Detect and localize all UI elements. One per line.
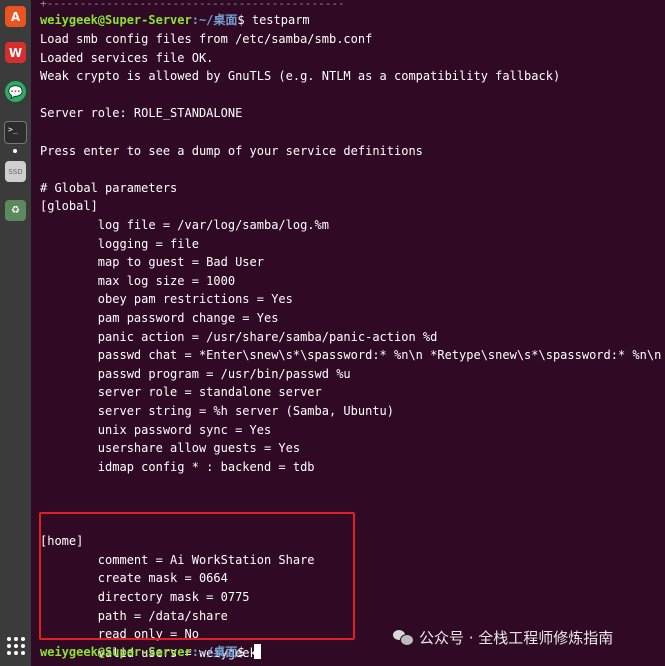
output-line: unix password sync = Yes — [40, 422, 272, 437]
output-line: Loaded services file OK. — [40, 50, 214, 65]
prompt-path-current: :~/桌面 — [191, 645, 238, 659]
watermark: 公众号 · 全栈工程师修炼指南 — [393, 625, 613, 649]
command-line: weiygeek@Super-Server:~/桌面$ testparm — [40, 11, 310, 29]
active-indicator — [13, 149, 17, 153]
top-border: +---------------------------------------… — [40, 0, 345, 10]
wechat-bubble-icon — [393, 629, 414, 646]
wechat-icon[interactable]: 💬 — [5, 81, 26, 102]
output-line: Load smb config files from /etc/samba/sm… — [40, 32, 373, 46]
output-line: Press enter to see a dump of your servic… — [40, 143, 423, 158]
output-line: idmap config * : backend = tdb — [40, 459, 315, 474]
output-line: server string = %h server (Samba, Ubuntu… — [40, 404, 395, 418]
output-line: usershare allow guests = Yes — [40, 441, 301, 456]
ssd-drive-icon[interactable]: SSD — [5, 161, 26, 182]
output-line: # Global parameters — [40, 180, 178, 195]
prompt-user: weiygeek@Super-Server — [40, 13, 192, 27]
output-line: obey pam restrictions = Yes — [40, 292, 293, 307]
prompt-path: :~/桌面 — [191, 13, 238, 27]
trash-icon[interactable]: ♻ — [5, 200, 26, 221]
output-line: Server role: ROLE_STANDALONE — [40, 106, 243, 121]
highlight-box — [39, 512, 355, 640]
command-text: testparm — [251, 13, 310, 27]
output-line: logging = file — [40, 236, 199, 251]
output-line: max log size = 1000 — [40, 273, 236, 288]
output-line: panic action = /usr/share/samba/panic-ac… — [40, 329, 438, 344]
output-line: log file = /var/log/samba/log.%m — [40, 218, 329, 232]
output-line: Weak crypto is allowed by GnuTLS (e.g. N… — [40, 69, 561, 84]
current-prompt-line[interactable]: weiygeek@Super-Server:~/桌面$ — [40, 643, 261, 661]
output-line: passwd program = /usr/bin/passwd %u — [40, 366, 351, 381]
output-line: pam password change = Yes — [40, 311, 279, 325]
output-line: passwd chat = *Enter\snew\s*\spassword:*… — [40, 348, 665, 363]
output-line: map to guest = Bad User — [40, 255, 264, 270]
output-line: [global] — [40, 199, 98, 214]
text-cursor — [253, 644, 261, 659]
prompt-symbol-current: $ — [237, 645, 252, 659]
prompt-symbol: $ — [237, 13, 252, 27]
wps-office-icon[interactable]: W — [5, 42, 26, 63]
prompt-user-current: weiygeek@Super-Server — [40, 645, 192, 659]
dock: A W 💬 >_ SSD ♻ — [0, 0, 31, 666]
ubuntu-software-icon[interactable]: A — [5, 6, 26, 27]
output-line: server role = standalone server — [40, 385, 322, 400]
terminal-icon[interactable]: >_ — [4, 121, 27, 144]
show-applications-icon[interactable] — [7, 637, 25, 655]
watermark-text: 公众号 · 全栈工程师修炼指南 — [419, 628, 614, 647]
